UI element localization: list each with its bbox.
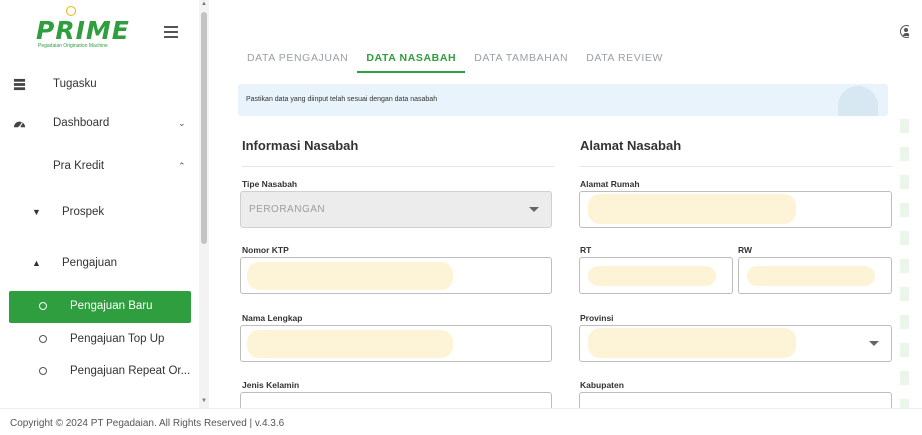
rw-field[interactable]	[738, 257, 892, 294]
redacted-value	[747, 266, 875, 286]
logo-wordmark: PRIME	[36, 16, 130, 45]
sidebar-item-label: Pra Kredit	[53, 160, 105, 172]
kabupaten-select[interactable]	[579, 392, 892, 408]
scroll-up-arrow-icon[interactable]: ▲	[201, 1, 207, 7]
label-rt: RT	[580, 245, 592, 255]
sidebar-item-pengajuan-top-up[interactable]: Pengajuan Top Up	[9, 324, 191, 356]
caret-up-icon: ▲	[32, 258, 41, 268]
nama-lengkap-field[interactable]	[240, 325, 552, 362]
redacted-value	[588, 194, 796, 224]
sun-icon	[66, 6, 76, 16]
sidebar-group-label: Prospek	[62, 206, 105, 218]
main-scrollbar[interactable]	[909, 0, 922, 408]
rt-field[interactable]	[579, 257, 733, 294]
dropdown-arrow-icon	[529, 207, 539, 212]
section-title-informasi-nasabah: Informasi Nasabah	[242, 138, 359, 153]
sidebar: PRIME Pegadaian Origination Machine Tuga…	[0, 0, 200, 408]
tab-data-pengajuan[interactable]: DATA PENGAJUAN	[238, 51, 357, 73]
sidebar-item-label: Dashboard	[53, 117, 110, 129]
tab-data-tambahan[interactable]: DATA TAMBAHAN	[465, 51, 577, 73]
chevron-up-icon: ⌃	[178, 160, 186, 171]
circle-bullet-icon	[39, 335, 47, 343]
sidebar-item-pengajuan-repeat-order[interactable]: Pengajuan Repeat Or...	[9, 356, 191, 388]
label-rw: RW	[738, 245, 753, 255]
sidebar-item-pra-kredit[interactable]: Pra Kredit ⌃	[0, 152, 195, 180]
jenis-kelamin-select[interactable]	[240, 392, 552, 408]
sidebar-item-label: Pengajuan Repeat Or...	[70, 365, 191, 377]
section-divider	[242, 166, 554, 167]
caret-down-icon: ▼	[32, 207, 41, 217]
form-card: DATA PENGAJUAN DATA NASABAH DATA TAMBAHA…	[222, 39, 914, 408]
chevron-down-icon: ⌄	[178, 117, 186, 128]
tipe-nasabah-select[interactable]: PERORANGAN	[240, 191, 552, 228]
logo-tagline: Pegadaian Origination Machine	[38, 43, 108, 49]
sidebar-scroll-thumb[interactable]	[201, 12, 207, 244]
tipe-nasabah-value: PERORANGAN	[249, 204, 326, 215]
footer: Copyright © 2024 PT Pegadaian. All Right…	[0, 408, 922, 435]
sidebar-group-pengajuan[interactable]: ▲ Pengajuan	[0, 250, 195, 278]
copyright-text: Copyright © 2024 PT Pegadaian. All Right…	[10, 418, 285, 429]
sidebar-item-label: Pengajuan Baru	[70, 300, 153, 312]
label-nama-lengkap: Nama Lengkap	[242, 313, 303, 323]
nomor-ktp-field[interactable]	[240, 257, 552, 294]
sidebar-group-prospek[interactable]: ▼ Prospek	[0, 199, 195, 227]
scroll-down-arrow-icon[interactable]: ▼	[201, 398, 207, 404]
label-tipe-nasabah: Tipe Nasabah	[242, 179, 298, 189]
section-divider	[580, 166, 892, 167]
sidebar-scrollbar[interactable]: ▲ ▼	[199, 0, 209, 408]
notice-text: Pastikan data yang diinput telah sesuai …	[246, 96, 438, 103]
label-alamat-rumah: Alamat Rumah	[580, 179, 640, 189]
dashboard-gauge-icon	[13, 121, 26, 128]
tab-data-nasabah[interactable]: DATA NASABAH	[357, 51, 466, 73]
task-list-icon	[13, 78, 26, 90]
label-jenis-kelamin: Jenis Kelamin	[242, 380, 300, 390]
notice-decoration	[838, 86, 878, 116]
redacted-value	[588, 328, 796, 358]
prime-logo: PRIME Pegadaian Origination Machine	[36, 6, 136, 49]
redacted-value	[588, 266, 716, 286]
tab-data-review[interactable]: DATA REVIEW	[577, 51, 672, 73]
sidebar-group-label: Pengajuan	[62, 257, 117, 269]
hamburger-menu-icon[interactable]	[164, 26, 178, 38]
circle-bullet-icon	[39, 367, 47, 375]
form-tabs: DATA PENGAJUAN DATA NASABAH DATA TAMBAHA…	[238, 51, 672, 73]
alamat-rumah-field[interactable]	[579, 191, 892, 228]
sidebar-item-label: Tugasku	[53, 78, 97, 90]
sidebar-item-dashboard[interactable]: Dashboard ⌄	[0, 109, 195, 137]
dropdown-arrow-icon	[869, 341, 879, 346]
circle-bullet-icon	[39, 302, 47, 310]
provinsi-select[interactable]	[579, 325, 892, 362]
sidebar-item-pengajuan-baru[interactable]: Pengajuan Baru	[9, 291, 191, 323]
label-provinsi: Provinsi	[580, 313, 614, 323]
redacted-value	[247, 262, 453, 290]
section-title-alamat-nasabah: Alamat Nasabah	[580, 138, 682, 153]
label-kabupaten: Kabupaten	[580, 380, 624, 390]
sidebar-item-tugasku[interactable]: Tugasku	[0, 70, 195, 98]
redacted-value	[247, 330, 453, 358]
label-nomor-ktp: Nomor KTP	[242, 245, 289, 255]
info-notice: Pastikan data yang diinput telah sesuai …	[238, 84, 888, 116]
sidebar-item-label: Pengajuan Top Up	[70, 333, 165, 345]
